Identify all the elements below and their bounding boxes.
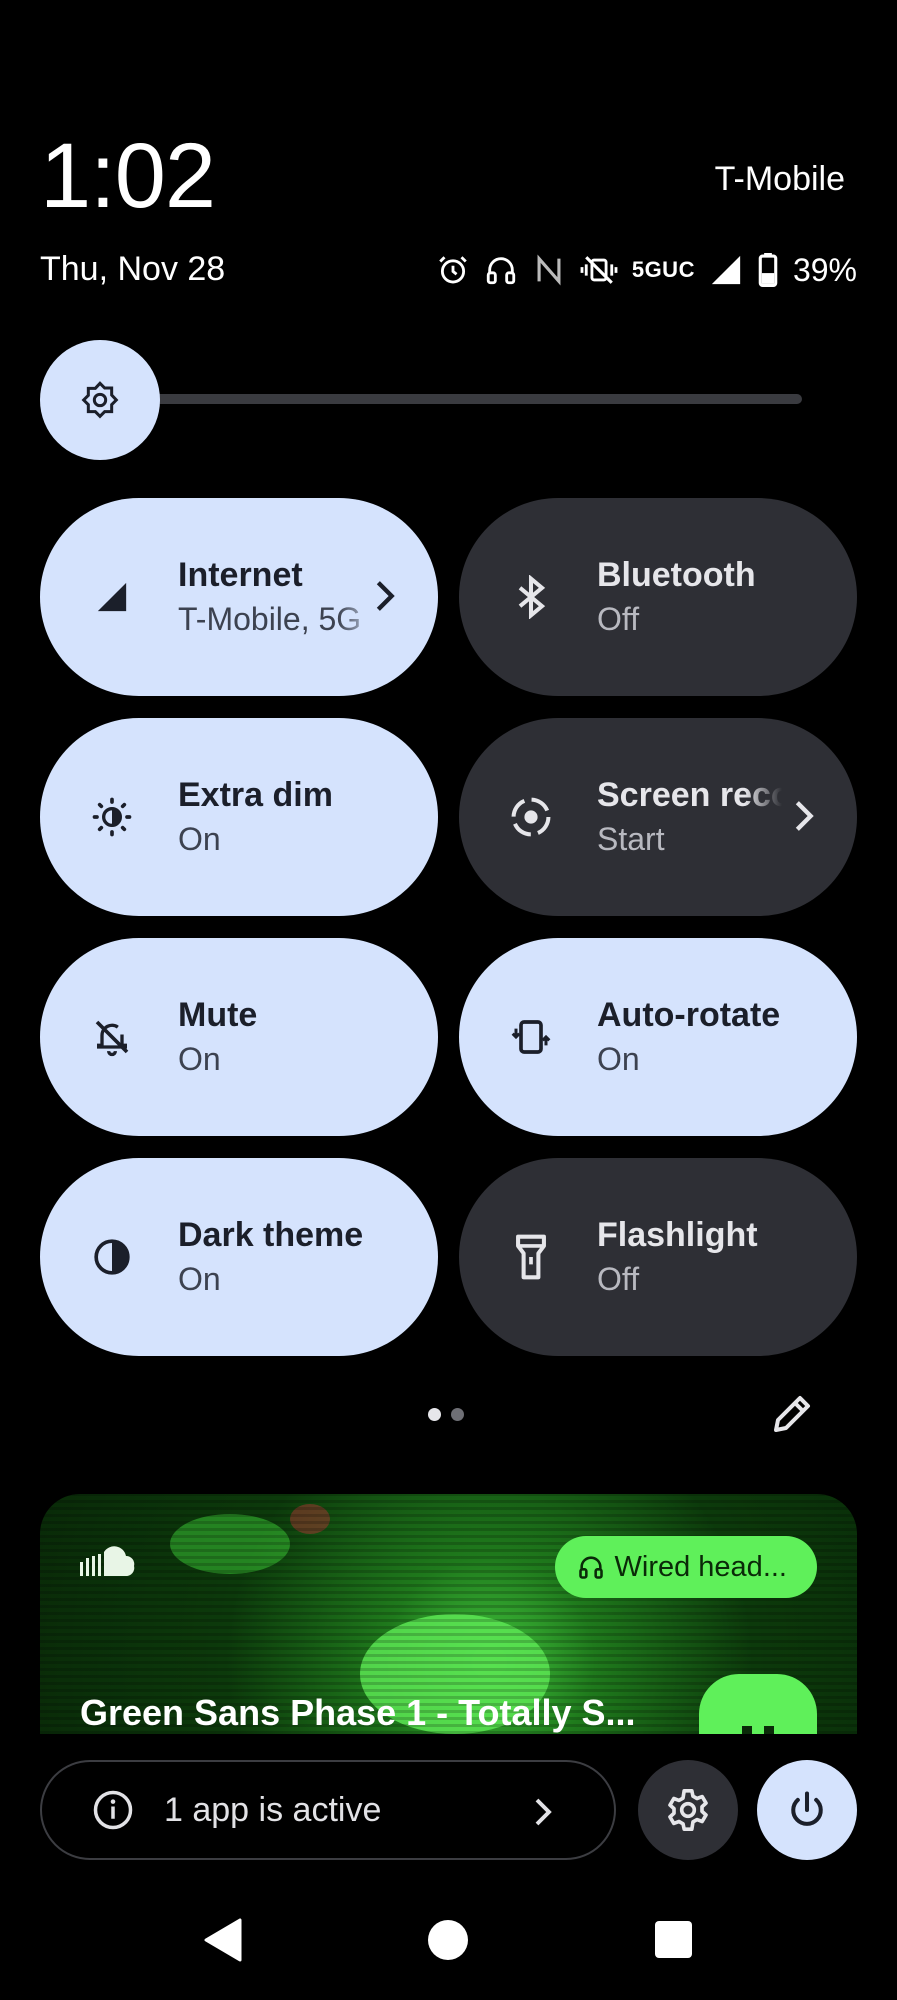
- power-icon: [791, 1791, 823, 1826]
- battery-icon: [758, 253, 778, 287]
- active-apps-label: 1 app is active: [164, 1790, 382, 1829]
- tile-dark-theme[interactable]: Dark theme On: [40, 1158, 438, 1356]
- active-apps-button[interactable]: 1 app is active: [40, 1760, 616, 1860]
- date[interactable]: Thu, Nov 28: [40, 250, 225, 289]
- brightness-icon: [81, 381, 119, 419]
- headphones-icon: [578, 1556, 603, 1579]
- battery-percent: 39%: [792, 251, 857, 288]
- screen-record-icon: [511, 797, 551, 837]
- tile-subtitle: T-Mobile, 5G: [178, 601, 362, 637]
- carrier-name: T-Mobile: [714, 160, 845, 198]
- settings-button[interactable]: [638, 1760, 738, 1860]
- tile-subtitle: On: [178, 1041, 221, 1077]
- tile-label: Dark theme: [178, 1216, 364, 1254]
- tile-internet[interactable]: Internet T-Mobile, 5G: [40, 498, 438, 696]
- bluetooth-icon: [518, 575, 546, 619]
- output-device-label: Wired head...: [614, 1550, 787, 1583]
- chevron-right-icon[interactable]: [372, 576, 398, 616]
- tile-label: Flashlight: [597, 1216, 758, 1254]
- tile-auto-rotate[interactable]: Auto-rotate On: [459, 938, 857, 1136]
- gear-icon: [668, 1789, 708, 1831]
- nfc-icon: [537, 254, 561, 286]
- tile-label: Mute: [178, 996, 258, 1034]
- tile-subtitle: Start: [597, 821, 665, 857]
- tile-subtitle: On: [597, 1041, 640, 1077]
- dark-theme-icon: [94, 1239, 130, 1275]
- brightness-slider-track[interactable]: [100, 394, 802, 404]
- page-dot-active: [428, 1408, 441, 1421]
- tile-subtitle: On: [178, 821, 221, 857]
- status-icons: 5GUC 39%: [436, 248, 857, 292]
- back-icon[interactable]: [204, 1918, 244, 1962]
- chevron-right-icon: [535, 1798, 552, 1826]
- tile-subtitle: On: [178, 1261, 221, 1297]
- tile-mute[interactable]: Mute On: [40, 938, 438, 1136]
- tile-label: Internet: [178, 556, 303, 594]
- pause-button[interactable]: [699, 1674, 817, 1734]
- tile-label: Bluetooth: [597, 556, 756, 594]
- info-icon: [93, 1790, 133, 1830]
- page-indicator: [428, 1408, 464, 1421]
- vibrate-off-icon: [580, 256, 618, 284]
- tile-flashlight[interactable]: Flashlight Off: [459, 1158, 857, 1356]
- tile-extra-dim[interactable]: Extra dim On: [40, 718, 438, 916]
- extra-dim-icon: [92, 797, 132, 837]
- alarm-icon: [439, 256, 467, 284]
- tile-label: Screen record: [597, 776, 782, 814]
- recents-button[interactable]: [655, 1921, 692, 1958]
- signal-icon: [711, 255, 741, 285]
- tile-subtitle: Off: [597, 601, 640, 637]
- brightness-slider-thumb[interactable]: [40, 340, 160, 460]
- navigation-bar: [0, 1900, 897, 1980]
- cell-signal-icon: [97, 582, 127, 612]
- bell-off-icon: [95, 1020, 129, 1057]
- media-player-card[interactable]: Wired head... Green Sans Phase 1 - Total…: [40, 1494, 857, 1734]
- edit-pencil-icon[interactable]: [768, 1390, 816, 1438]
- tile-subtitle: Off: [597, 1261, 640, 1297]
- tile-screen-record[interactable]: Screen record Start: [459, 718, 857, 916]
- soundcloud-icon: [80, 1546, 135, 1577]
- page-dot: [451, 1408, 464, 1421]
- tile-label: Extra dim: [178, 776, 333, 814]
- flashlight-icon: [516, 1234, 546, 1280]
- output-device-chip[interactable]: Wired head...: [554, 1536, 817, 1598]
- media-title: Green Sans Phase 1 - Totally S...: [80, 1692, 636, 1733]
- network-type: 5GUC: [631, 257, 695, 282]
- rotate-icon: [511, 1020, 551, 1054]
- power-button[interactable]: [757, 1760, 857, 1860]
- tile-bluetooth[interactable]: Bluetooth Off: [459, 498, 857, 696]
- clock[interactable]: 1:02: [40, 130, 216, 222]
- chevron-right-icon[interactable]: [791, 796, 817, 836]
- home-button[interactable]: [428, 1920, 468, 1960]
- headphones-icon: [486, 257, 515, 285]
- tile-label: Auto-rotate: [597, 996, 781, 1034]
